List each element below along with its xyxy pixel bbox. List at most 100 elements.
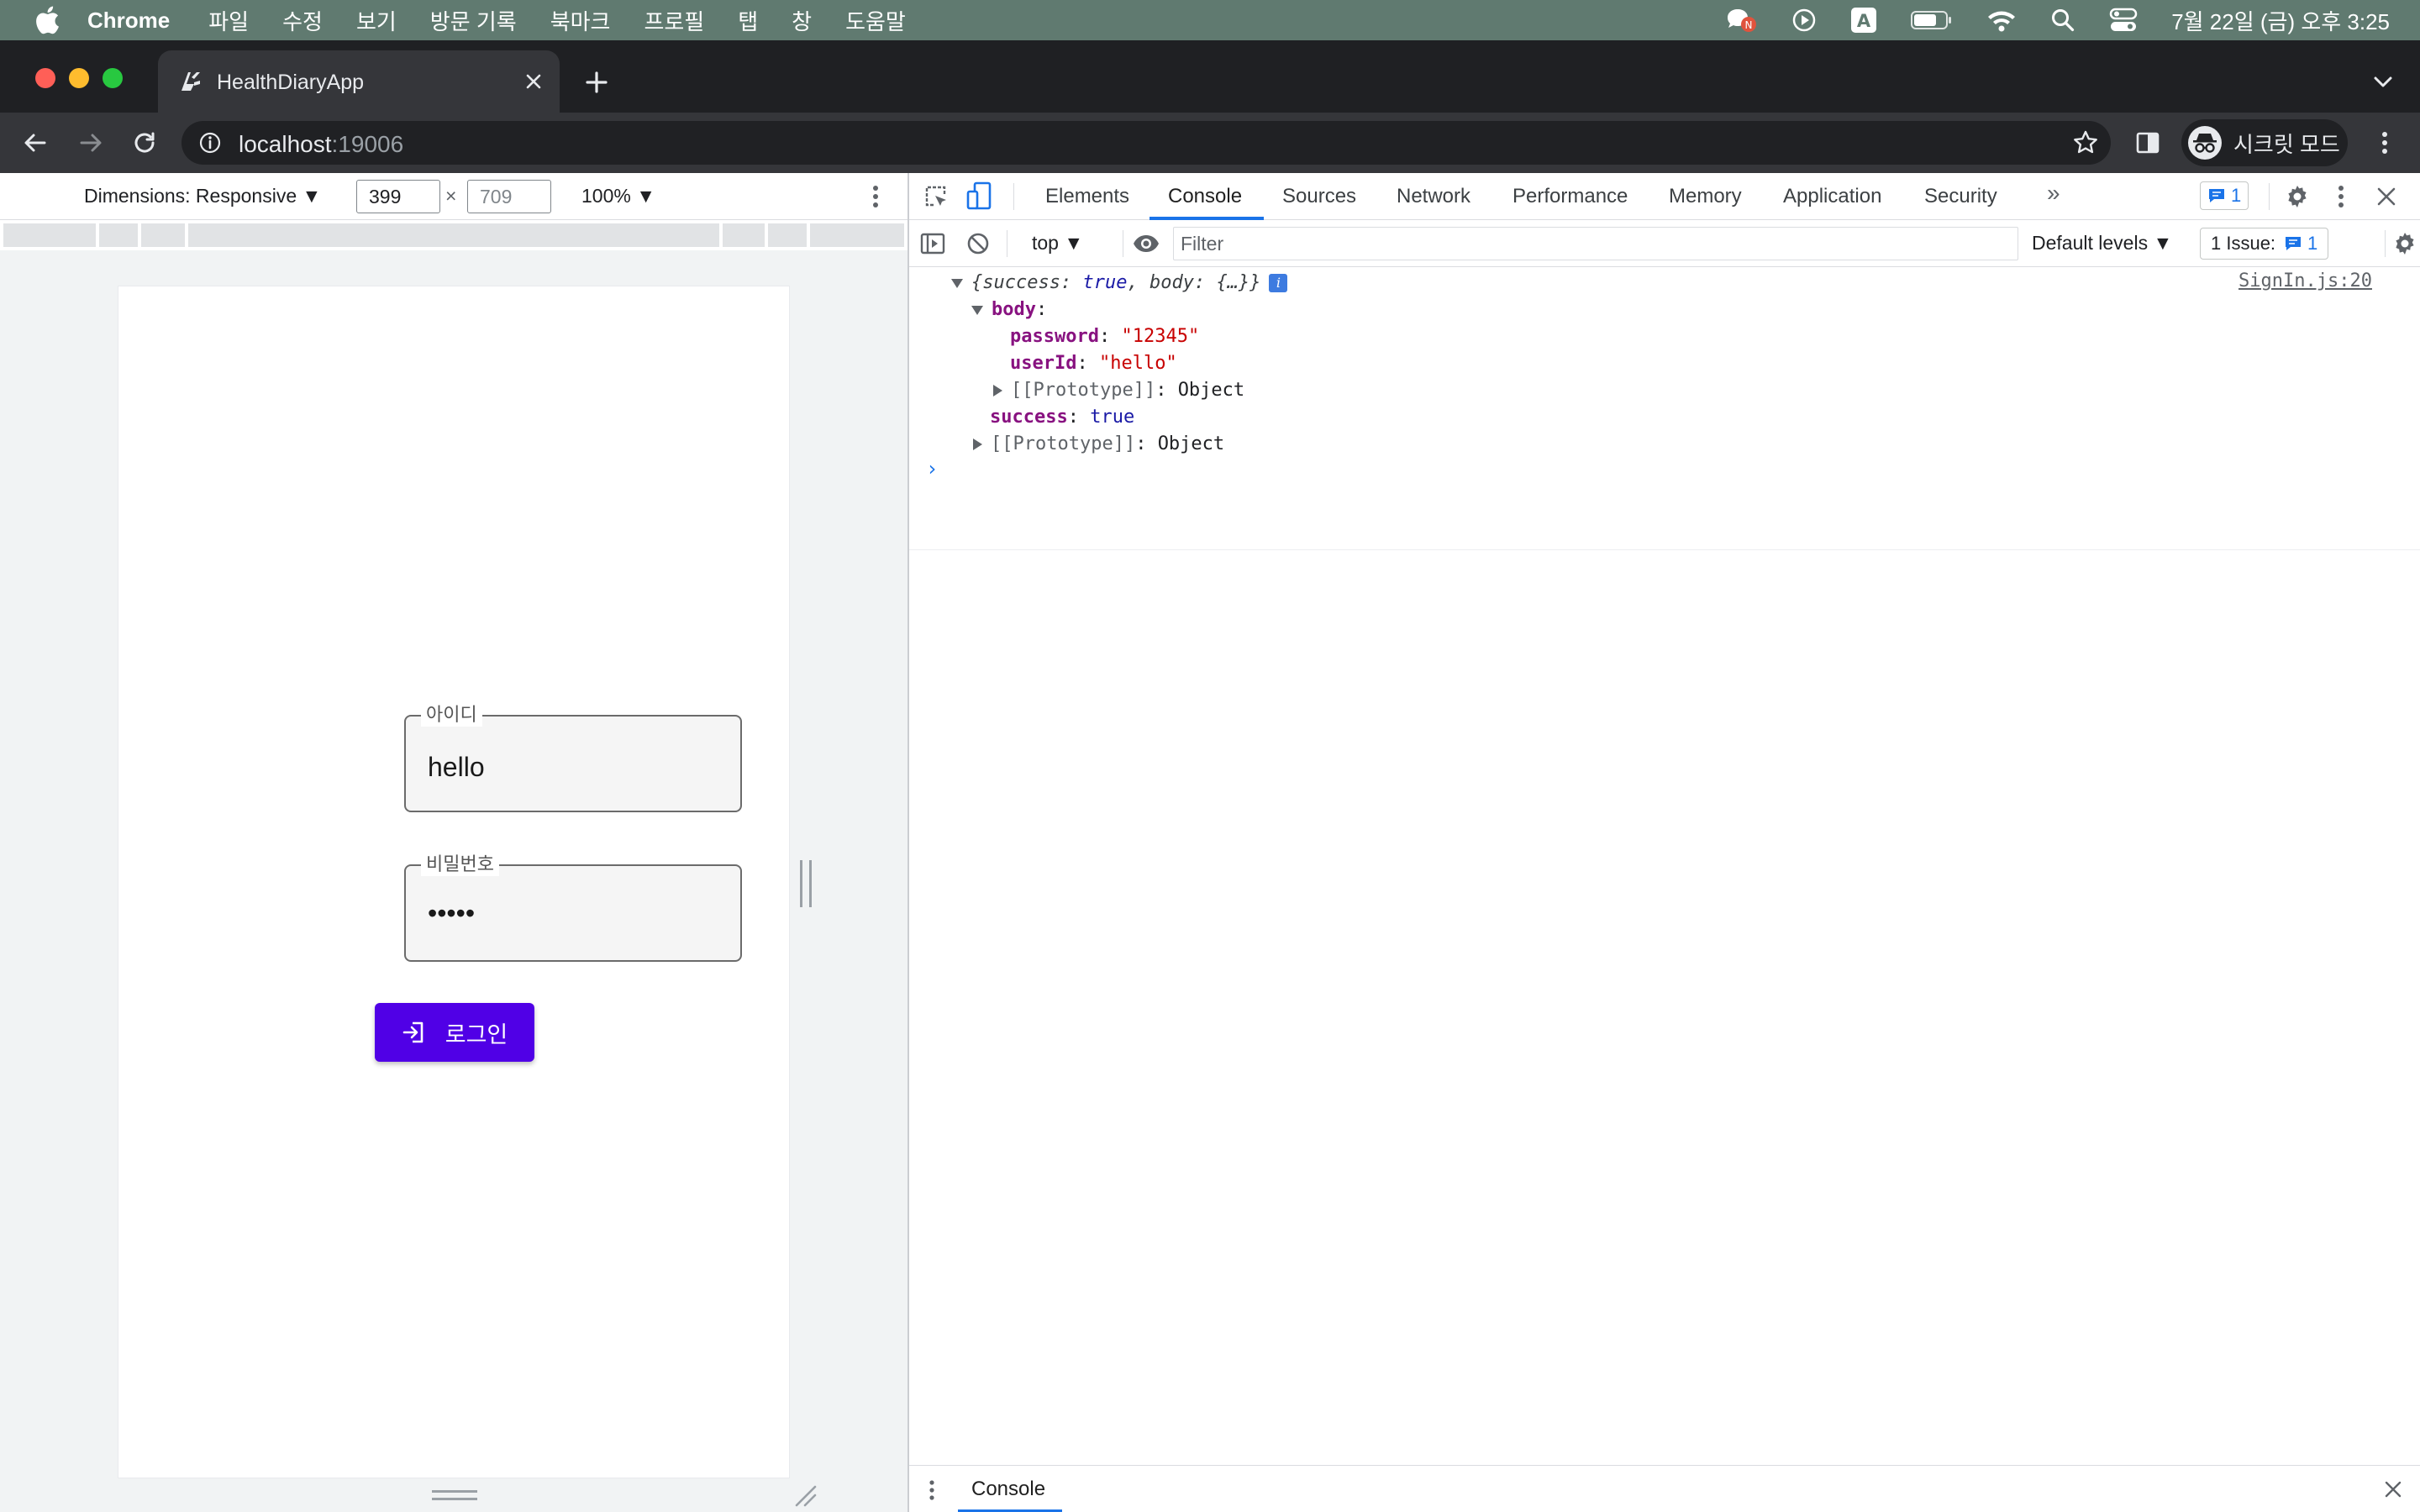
ruler-segment[interactable] (810, 223, 904, 247)
close-devtools-icon[interactable] (2373, 183, 2400, 210)
source-link[interactable]: SignIn.js:20 (2238, 270, 2372, 291)
issues-button[interactable]: 1 Issue: 1 (2200, 228, 2329, 260)
new-tab-icon[interactable] (581, 67, 612, 97)
id-field-label: 아이디 (421, 703, 482, 727)
ruler-segment[interactable] (141, 223, 185, 247)
play-circle-icon[interactable] (1791, 8, 1817, 33)
console-filter-input[interactable]: Filter (1173, 227, 2018, 260)
inspect-element-icon[interactable] (923, 183, 950, 210)
ruler-segment[interactable] (768, 223, 807, 247)
collapsed-triangle-icon[interactable] (993, 385, 1002, 396)
viewport-resize-handle-right[interactable] (800, 860, 812, 907)
url-text[interactable]: localhost:19006 (239, 131, 403, 158)
dimensions-dropdown[interactable]: Dimensions: Responsive ▼ (84, 185, 321, 207)
info-icon[interactable]: i (1269, 274, 1288, 292)
incognito-profile-button[interactable]: 시크릿 모드 (2181, 119, 2348, 166)
menubar-clock[interactable]: 7월 22일 (금) 오후 3:25 (2171, 5, 2390, 36)
toolbar-divider (1013, 183, 1014, 210)
menu-history[interactable]: 방문 기록 (430, 5, 517, 36)
console-settings-gear-icon[interactable] (2391, 230, 2418, 257)
login-button[interactable]: 로그인 (375, 1003, 534, 1062)
tab-console[interactable]: Console (1168, 185, 1242, 208)
menu-window[interactable]: 창 (792, 5, 812, 36)
media-query-ruler[interactable] (0, 222, 908, 250)
menu-tab[interactable]: 탭 (738, 5, 758, 36)
messages-badge[interactable]: 1 (2200, 181, 2249, 210)
password-field[interactable]: 비밀번호 ••••• (404, 853, 742, 962)
tab-security[interactable]: Security (1924, 185, 1997, 208)
notification-bubble-icon[interactable]: N (1724, 6, 1758, 34)
svg-text:A: A (1857, 11, 1871, 31)
id-field-value[interactable]: hello (428, 752, 485, 783)
tab-application[interactable]: Application (1783, 185, 1881, 208)
menu-bookmarks[interactable]: 북마크 (550, 5, 611, 36)
control-center-icon[interactable] (2109, 8, 2138, 33)
show-sidebar-icon[interactable] (919, 230, 946, 257)
viewport-width-input[interactable]: 399 (356, 180, 440, 213)
viewport-height-input[interactable]: 709 (467, 180, 551, 213)
zoom-dropdown[interactable]: 100% ▼ (581, 185, 655, 207)
more-tabs-icon[interactable]: » (2047, 180, 2060, 207)
drawer-tab-console[interactable]: Console (971, 1478, 1045, 1501)
window-minimize-button[interactable] (69, 68, 89, 88)
menu-app-chrome[interactable]: Chrome (87, 8, 170, 34)
address-bar[interactable]: localhost:19006 (182, 121, 2111, 165)
drawer-menu-icon[interactable] (926, 1478, 938, 1503)
menu-edit[interactable]: 수정 (282, 5, 323, 36)
password-field-label: 비밀번호 (421, 853, 499, 876)
tab-sources[interactable]: Sources (1282, 185, 1356, 208)
input-source-icon[interactable]: A (1850, 7, 1877, 34)
ruler-segment[interactable] (99, 223, 138, 247)
tab-memory[interactable]: Memory (1669, 185, 1742, 208)
password-field-value[interactable]: ••••• (428, 898, 475, 929)
log-object-summary[interactable]: {success: true, body: {…}} i (951, 270, 1288, 296)
wifi-icon[interactable] (1986, 8, 2017, 32)
menu-profiles[interactable]: 프로필 (644, 5, 704, 36)
chrome-menu-icon[interactable] (2368, 126, 2402, 160)
tab-performance[interactable]: Performance (1512, 185, 1628, 208)
console-prompt[interactable]: › (926, 457, 938, 480)
menu-view[interactable]: 보기 (356, 5, 397, 36)
ruler-segment[interactable] (188, 223, 719, 247)
menu-file[interactable]: 파일 (208, 5, 249, 36)
spotlight-search-icon[interactable] (2050, 8, 2075, 33)
clear-console-icon[interactable] (965, 230, 992, 257)
ruler-segment[interactable] (723, 223, 765, 247)
menu-help[interactable]: 도움말 (845, 5, 906, 36)
forward-arrow-icon[interactable] (74, 126, 108, 160)
chevron-down-icon[interactable] (2370, 69, 2396, 96)
collapsed-triangle-icon[interactable] (973, 438, 982, 450)
window-zoom-button[interactable] (103, 68, 123, 88)
close-tab-icon[interactable] (521, 69, 546, 94)
id-field[interactable]: 아이디 hello (404, 703, 742, 812)
viewport-resize-corner-icon[interactable] (793, 1483, 817, 1507)
device-more-options-icon[interactable] (865, 183, 886, 210)
side-panel-icon[interactable] (2131, 126, 2165, 160)
settings-gear-icon[interactable] (2284, 183, 2311, 210)
site-info-icon[interactable] (198, 131, 222, 155)
battery-icon[interactable] (1911, 9, 1953, 31)
tab-elements[interactable]: Elements (1045, 185, 1129, 208)
back-arrow-icon[interactable] (18, 126, 52, 160)
log-prototype-row[interactable]: [[Prototype]]: Object (973, 432, 1224, 457)
browser-tab-active[interactable]: HealthDiaryApp (158, 50, 560, 113)
log-success-row: success: true (990, 407, 1135, 428)
log-body-row[interactable]: body: (971, 297, 1047, 323)
window-close-button[interactable] (35, 68, 55, 88)
javascript-context-dropdown[interactable]: top ▼ (1032, 232, 1083, 255)
viewport-resize-handle-bottom[interactable] (432, 1490, 477, 1500)
close-drawer-icon[interactable] (2381, 1478, 2405, 1501)
tab-network[interactable]: Network (1397, 185, 1470, 208)
log-levels-dropdown[interactable]: Default levels ▼ (2032, 232, 2172, 255)
devtools-menu-icon[interactable] (2333, 183, 2349, 210)
expand-triangle-icon[interactable] (971, 305, 983, 315)
ruler-segment[interactable] (3, 223, 96, 247)
reload-icon[interactable] (128, 126, 161, 160)
expand-triangle-icon[interactable] (951, 278, 963, 288)
live-expression-eye-icon[interactable] (1131, 230, 1161, 257)
browser-toolbar: localhost:19006 시크릿 모드 (0, 113, 2420, 173)
log-body-prototype-row[interactable]: [[Prototype]]: Object (993, 378, 1244, 403)
apple-icon[interactable] (30, 3, 64, 37)
bookmark-star-icon[interactable] (2072, 129, 2099, 156)
device-toolbar-toggle-icon[interactable] (966, 181, 993, 212)
